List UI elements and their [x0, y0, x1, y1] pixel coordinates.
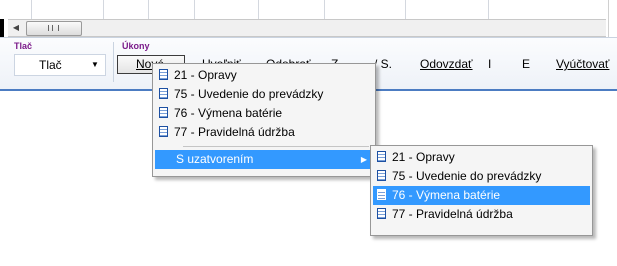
- submenu-item-77[interactable]: 77 - Pravidelná údržba: [373, 205, 590, 224]
- i-button[interactable]: I: [488, 54, 491, 74]
- menu-item-label: 21 - Opravy: [174, 68, 237, 82]
- menu-separator: [183, 146, 369, 147]
- scroll-left-arrow-icon[interactable]: ◀: [9, 22, 23, 34]
- document-icon: [159, 126, 168, 137]
- grid-column-divider: [488, 0, 489, 19]
- group-label-print: Tlač: [14, 41, 33, 51]
- data-grid[interactable]: [0, 0, 606, 19]
- menu-item-label: S uzatvorením: [176, 152, 254, 166]
- document-icon: [377, 151, 386, 162]
- e-button[interactable]: E: [522, 54, 530, 74]
- chevron-down-icon: ▼: [91, 60, 99, 69]
- grid-column-divider: [258, 0, 259, 19]
- print-dropdown[interactable]: Tlač ▼: [14, 54, 106, 76]
- submenu-item-21[interactable]: 21 - Opravy: [373, 148, 590, 167]
- group-label-actions: Úkony: [122, 41, 150, 51]
- new-dropdown-menu: 21 - Opravy 75 - Uvedenie do prevádzky 7…: [152, 63, 376, 177]
- submenu-item-label: 76 - Výmena batérie: [392, 188, 501, 202]
- submenu-item-label: 77 - Pravidelná údržba: [392, 207, 513, 221]
- document-icon: [377, 170, 386, 181]
- grid-column-divider: [103, 0, 104, 19]
- document-icon: [159, 69, 168, 80]
- document-icon: [377, 189, 386, 200]
- print-dropdown-value: Tlač: [39, 58, 62, 72]
- handover-button[interactable]: Odovzdať: [420, 54, 473, 74]
- grid-column-divider: [405, 0, 406, 19]
- group-separator: [113, 42, 114, 82]
- menu-item-with-closing[interactable]: S uzatvorením ▶: [155, 150, 373, 169]
- document-icon: [377, 208, 386, 219]
- menu-item-76[interactable]: 76 - Výmena batérie: [155, 104, 373, 123]
- menu-item-label: 75 - Uvedenie do prevádzky: [174, 87, 324, 101]
- grid-column-divider: [194, 0, 195, 19]
- submenu-item-75[interactable]: 75 - Uvedenie do prevádzky: [373, 167, 590, 186]
- scrollbar-thumb[interactable]: [26, 21, 82, 36]
- document-icon: [159, 107, 168, 118]
- menu-item-label: 77 - Pravidelná údržba: [174, 125, 295, 139]
- menu-item-77[interactable]: 77 - Pravidelná údržba: [155, 123, 373, 142]
- menu-item-21[interactable]: 21 - Opravy: [155, 66, 373, 85]
- grid-column-divider: [31, 0, 32, 19]
- row-indicator: [0, 19, 4, 37]
- grid-column-divider: [148, 0, 149, 19]
- submenu-item-76[interactable]: 76 - Výmena batérie: [373, 186, 590, 205]
- document-icon: [159, 88, 168, 99]
- menu-item-75[interactable]: 75 - Uvedenie do prevádzky: [155, 85, 373, 104]
- vertical-divider: [608, 0, 609, 37]
- ws-button[interactable]: / S.: [374, 54, 392, 74]
- submenu-item-label: 21 - Opravy: [392, 150, 455, 164]
- bill-button[interactable]: Vyúčtovať: [556, 54, 609, 74]
- grid-column-divider: [324, 0, 325, 19]
- grip-icon: [48, 25, 59, 31]
- submenu-item-label: 75 - Uvedenie do prevádzky: [392, 169, 542, 183]
- closing-submenu: 21 - Opravy 75 - Uvedenie do prevádzky 7…: [370, 145, 593, 236]
- chevron-right-icon: ▶: [360, 155, 367, 164]
- horizontal-scrollbar[interactable]: ◀: [8, 19, 606, 37]
- menu-item-label: 76 - Výmena batérie: [174, 106, 283, 120]
